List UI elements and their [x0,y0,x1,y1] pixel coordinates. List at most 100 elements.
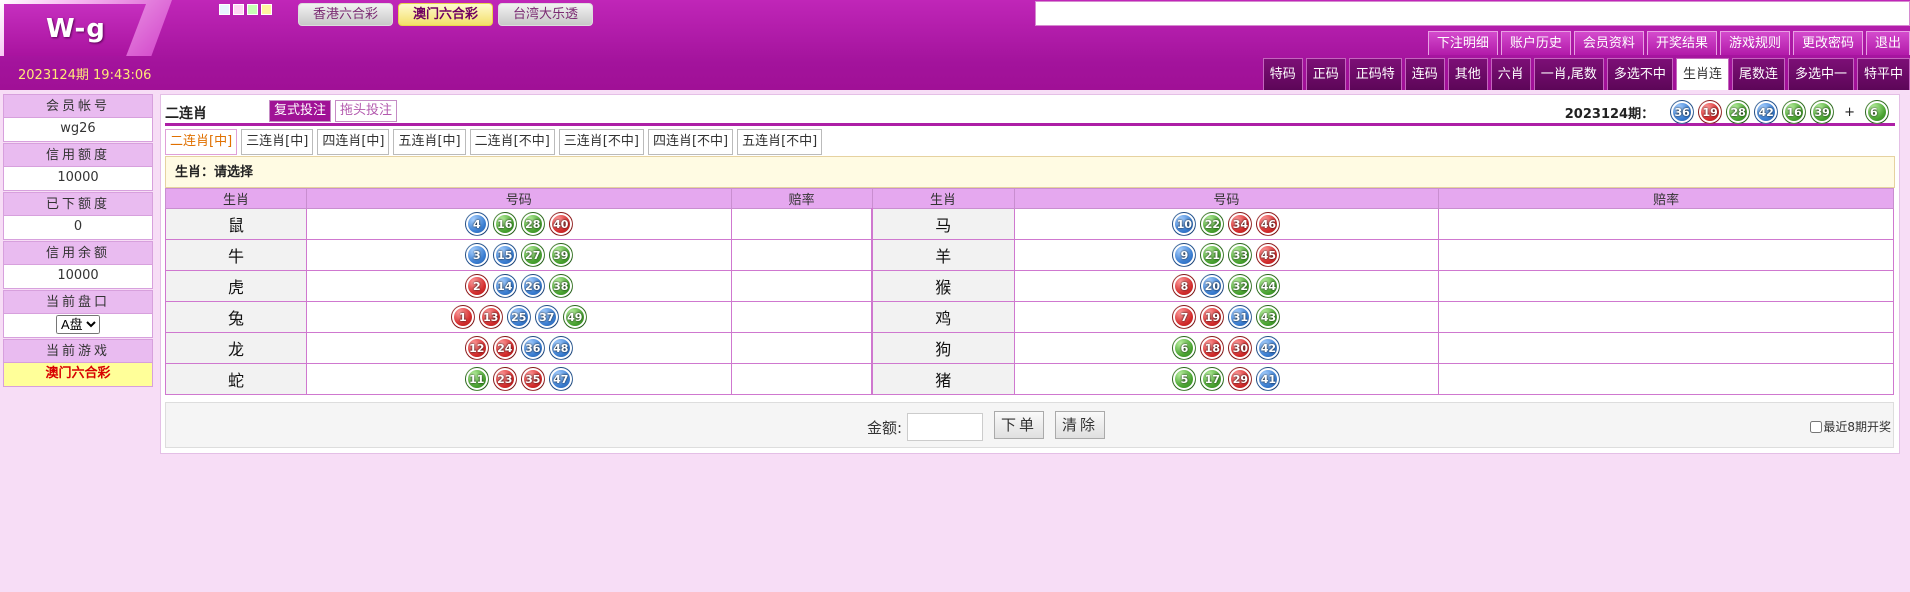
number-ball[interactable]: 5 [1172,367,1197,391]
number-ball[interactable]: 25 [506,305,531,329]
game-tab[interactable]: 连码 [1404,58,1445,90]
number-ball[interactable]: 32 [1228,274,1253,298]
number-ball[interactable]: 24 [492,336,517,360]
number-ball[interactable]: 3 [464,243,489,267]
game-tab[interactable]: 生肖连 [1675,58,1729,90]
number-ball[interactable]: 47 [548,367,573,391]
number-ball[interactable]: 27 [520,243,545,267]
subtab[interactable]: 三连肖[不中] [558,129,644,155]
nav-link[interactable]: 下注明细 [1427,31,1498,55]
number-ball[interactable]: 45 [1256,243,1281,267]
game-tab[interactable]: 特平中 [1856,58,1910,90]
number-ball[interactable]: 17 [1200,367,1225,391]
number-ball[interactable]: 46 [1256,212,1281,236]
theme-swatch[interactable] [233,4,244,15]
odds-cell[interactable] [730,332,873,364]
subtab[interactable]: 五连肖[不中] [737,129,823,155]
subtab[interactable]: 二连肖[中] [165,129,238,155]
number-ball[interactable]: 42 [1754,100,1779,124]
number-ball[interactable]: 1 [450,305,475,329]
theme-swatch[interactable] [219,4,230,15]
number-ball[interactable]: 13 [478,305,503,329]
number-ball[interactable]: 43 [1256,305,1281,329]
number-ball[interactable]: 28 [1726,100,1751,124]
subtab[interactable]: 五连肖[中] [393,129,466,155]
odds-cell[interactable] [730,301,873,333]
number-ball[interactable]: 2 [464,274,489,298]
nav-link[interactable]: 账户历史 [1500,31,1571,55]
submit-button[interactable]: 下单 [994,411,1045,439]
number-ball[interactable]: 42 [1256,336,1281,360]
subtab[interactable]: 三连肖[中] [241,129,314,155]
odds-cell[interactable] [1438,301,1894,333]
subtab[interactable]: 四连肖[中] [317,129,390,155]
number-ball[interactable]: 23 [492,367,517,391]
subtab[interactable]: 四连肖[不中] [647,129,734,155]
game-tab[interactable]: 多选中一 [1787,58,1854,90]
game-tab[interactable]: 其他 [1447,58,1488,90]
number-ball[interactable]: 6 [1865,100,1889,124]
number-ball[interactable]: 35 [520,367,545,391]
odds-cell[interactable] [730,363,873,395]
nav-link[interactable]: 开奖结果 [1646,31,1717,55]
market-select[interactable]: A盘 [56,315,100,334]
nav-link[interactable]: 退出 [1865,31,1910,55]
number-ball[interactable]: 8 [1172,274,1197,298]
odds-cell[interactable] [730,270,873,302]
number-ball[interactable]: 14 [492,274,517,298]
odds-cell[interactable] [730,239,873,271]
number-ball[interactable]: 16 [1782,100,1807,124]
number-ball[interactable]: 39 [1810,100,1835,124]
number-ball[interactable]: 20 [1200,274,1225,298]
game-tab[interactable]: 正码 [1305,58,1346,90]
number-ball[interactable]: 28 [520,212,545,236]
odds-cell[interactable] [1438,270,1894,302]
number-ball[interactable]: 22 [1200,212,1225,236]
subtab[interactable]: 二连肖[不中] [469,129,555,155]
number-ball[interactable]: 37 [534,305,559,329]
number-ball[interactable]: 30 [1228,336,1253,360]
odds-cell[interactable] [1438,208,1894,240]
theme-swatch[interactable] [247,4,258,15]
recent-draws-checkbox[interactable] [1810,420,1823,433]
number-ball[interactable]: 26 [520,274,545,298]
number-ball[interactable]: 39 [548,243,573,267]
number-ball[interactable]: 41 [1256,367,1281,391]
odds-cell[interactable] [1438,239,1894,271]
clear-button[interactable]: 清除 [1055,411,1106,439]
odds-cell[interactable] [1438,332,1894,364]
number-ball[interactable]: 44 [1256,274,1281,298]
recent-draws-toggle[interactable]: 最近8期开奖 [1810,418,1891,435]
number-ball[interactable]: 6 [1172,336,1197,360]
number-ball[interactable]: 10 [1172,212,1197,236]
number-ball[interactable]: 36 [1670,100,1695,124]
number-ball[interactable]: 9 [1172,243,1197,267]
game-tab[interactable]: 尾数连 [1731,58,1785,90]
number-ball[interactable]: 11 [464,367,489,391]
game-tab[interactable]: 六肖 [1490,58,1531,90]
number-ball[interactable]: 19 [1698,100,1723,124]
number-ball[interactable]: 16 [492,212,517,236]
lottery-tab[interactable]: 澳门六合彩 [398,3,494,26]
number-ball[interactable]: 49 [562,305,587,329]
number-ball[interactable]: 7 [1172,305,1197,329]
number-ball[interactable]: 33 [1228,243,1253,267]
number-ball[interactable]: 21 [1200,243,1225,267]
game-tab[interactable]: 一肖,尾数 [1533,58,1604,90]
drag-head-bet-button[interactable]: 拖头投注 [335,100,398,122]
game-tab[interactable]: 正码特 [1348,58,1402,90]
number-ball[interactable]: 15 [492,243,517,267]
compound-bet-button[interactable]: 复式投注 [269,100,332,122]
number-ball[interactable]: 31 [1228,305,1253,329]
nav-link[interactable]: 会员资料 [1573,31,1644,55]
game-tab[interactable]: 多选不中 [1606,58,1673,90]
number-ball[interactable]: 19 [1200,305,1225,329]
game-tab[interactable]: 特码 [1262,58,1303,90]
odds-cell[interactable] [730,208,873,240]
lottery-tab[interactable]: 香港六合彩 [298,3,394,26]
nav-link[interactable]: 更改密码 [1792,31,1863,55]
number-ball[interactable]: 40 [548,212,573,236]
number-ball[interactable]: 12 [464,336,489,360]
theme-swatch[interactable] [261,4,272,15]
number-ball[interactable]: 36 [520,336,545,360]
